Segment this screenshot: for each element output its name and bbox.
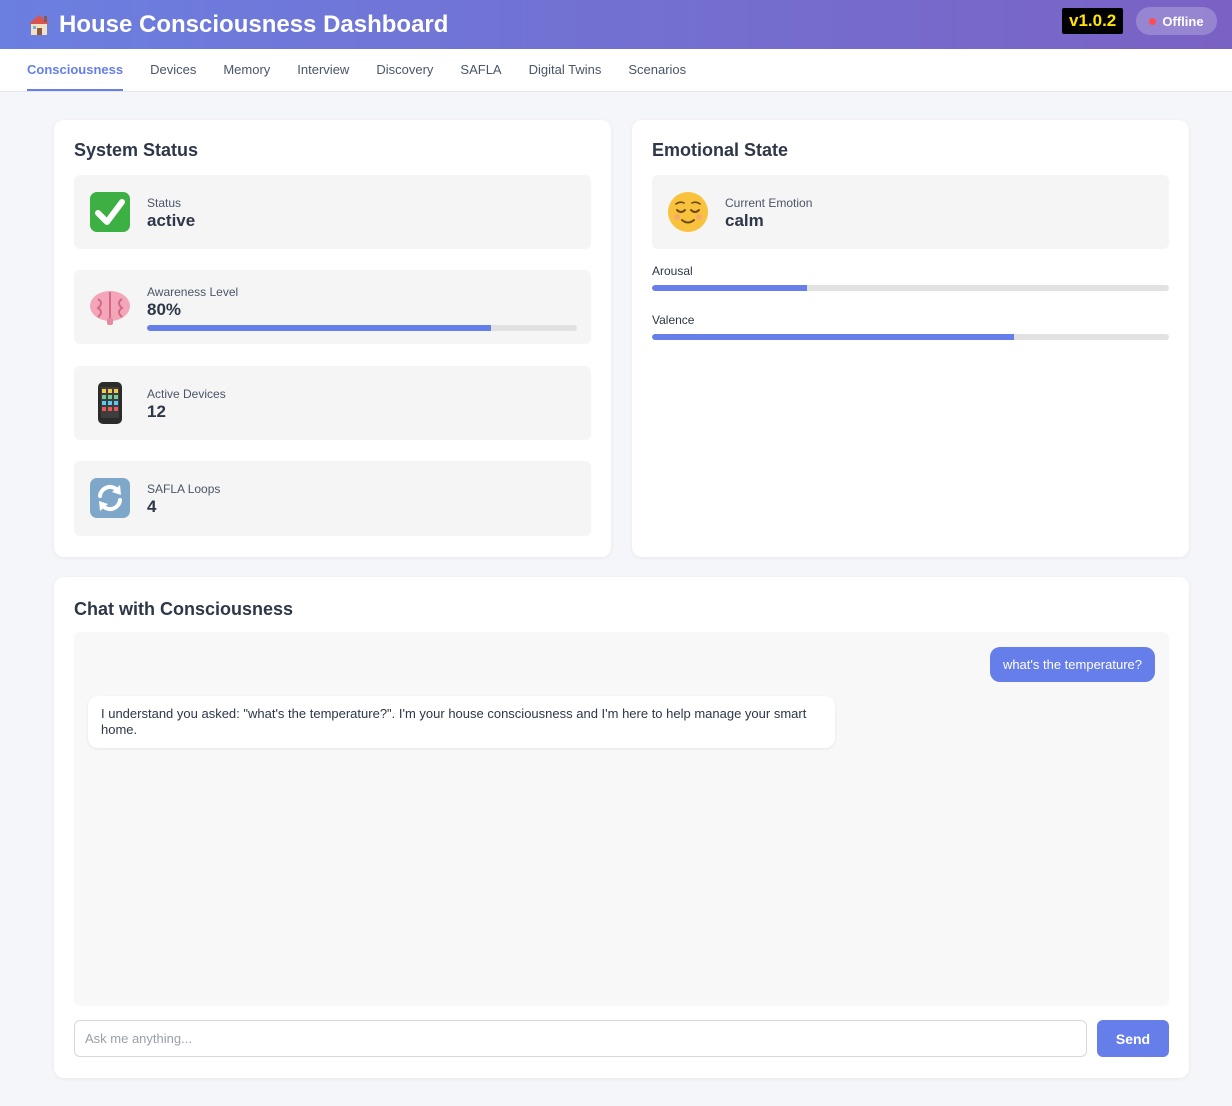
send-button[interactable]: Send	[1097, 1020, 1169, 1057]
emotional-state-card: Emotional State Current Emotion calm Aro…	[632, 120, 1189, 557]
chat-messages-area[interactable]: what's the temperature? I understand you…	[74, 632, 1169, 1006]
system-status-title: System Status	[74, 140, 199, 160]
arousal-bar	[652, 285, 1169, 291]
arousal-bar-fill	[652, 285, 808, 291]
awareness-stat: Awareness Level 80%	[74, 270, 591, 344]
awareness-value: 80%	[147, 300, 182, 319]
version-badge: v1.0.2	[1062, 8, 1124, 34]
tab-digital-twins[interactable]: Digital Twins	[529, 49, 602, 91]
active-devices-stat: Active Devices 12	[74, 366, 591, 440]
phone-icon	[98, 382, 122, 424]
tab-safla[interactable]: SAFLA	[460, 49, 501, 91]
chat-card: Chat with Consciousness what's the tempe…	[54, 577, 1189, 1078]
awareness-progress-bar	[147, 325, 577, 331]
tab-memory[interactable]: Memory	[223, 49, 270, 91]
tab-consciousness[interactable]: Consciousness	[27, 49, 124, 91]
tab-scenarios[interactable]: Scenarios	[628, 49, 686, 91]
awareness-progress-fill	[147, 325, 491, 331]
page-title: House Consciousness Dashboard	[59, 10, 449, 38]
brain-icon	[90, 291, 130, 325]
system-status-card: System Status Status active Awareness Le…	[54, 120, 611, 557]
relieved-face-icon	[668, 192, 708, 232]
status-value: active	[147, 211, 196, 230]
house-icon	[29, 14, 49, 35]
active-devices-value: 12	[147, 402, 166, 421]
arousal-label: Arousal	[652, 264, 693, 278]
chat-input[interactable]	[74, 1020, 1087, 1057]
connection-status-label: Offline	[1162, 13, 1204, 29]
connection-status-badge: Offline	[1136, 7, 1217, 35]
active-devices-label: Active Devices	[147, 387, 226, 401]
check-icon	[90, 192, 130, 232]
tab-devices[interactable]: Devices	[150, 49, 196, 91]
valence-label: Valence	[652, 313, 695, 327]
tab-interview[interactable]: Interview	[297, 49, 349, 91]
valence-bar	[652, 334, 1169, 340]
valence-bar-fill	[652, 334, 1014, 340]
refresh-icon	[90, 478, 130, 518]
status-label: Status	[147, 196, 182, 210]
assistant-message: I understand you asked: "what's the temp…	[88, 696, 835, 748]
app-header: House Consciousness Dashboard v1.0.2 Off…	[0, 0, 1232, 49]
current-emotion-value: calm	[725, 211, 764, 230]
current-emotion-label: Current Emotion	[725, 196, 813, 210]
safla-loops-stat: SAFLA Loops 4	[74, 461, 591, 536]
current-emotion-stat: Current Emotion calm	[652, 175, 1169, 249]
header-title-group: House Consciousness Dashboard	[27, 11, 448, 39]
status-dot-icon	[1149, 17, 1157, 25]
tab-discovery[interactable]: Discovery	[376, 49, 433, 91]
safla-loops-value: 4	[147, 497, 157, 516]
status-stat: Status active	[74, 175, 591, 249]
user-message: what's the temperature?	[989, 647, 1155, 682]
chat-title: Chat with Consciousness	[74, 599, 294, 619]
tab-bar: Consciousness Devices Memory Interview D…	[0, 49, 1232, 92]
safla-loops-label: SAFLA Loops	[147, 482, 221, 496]
emotional-state-title: Emotional State	[652, 140, 789, 160]
awareness-label: Awareness Level	[147, 285, 239, 299]
